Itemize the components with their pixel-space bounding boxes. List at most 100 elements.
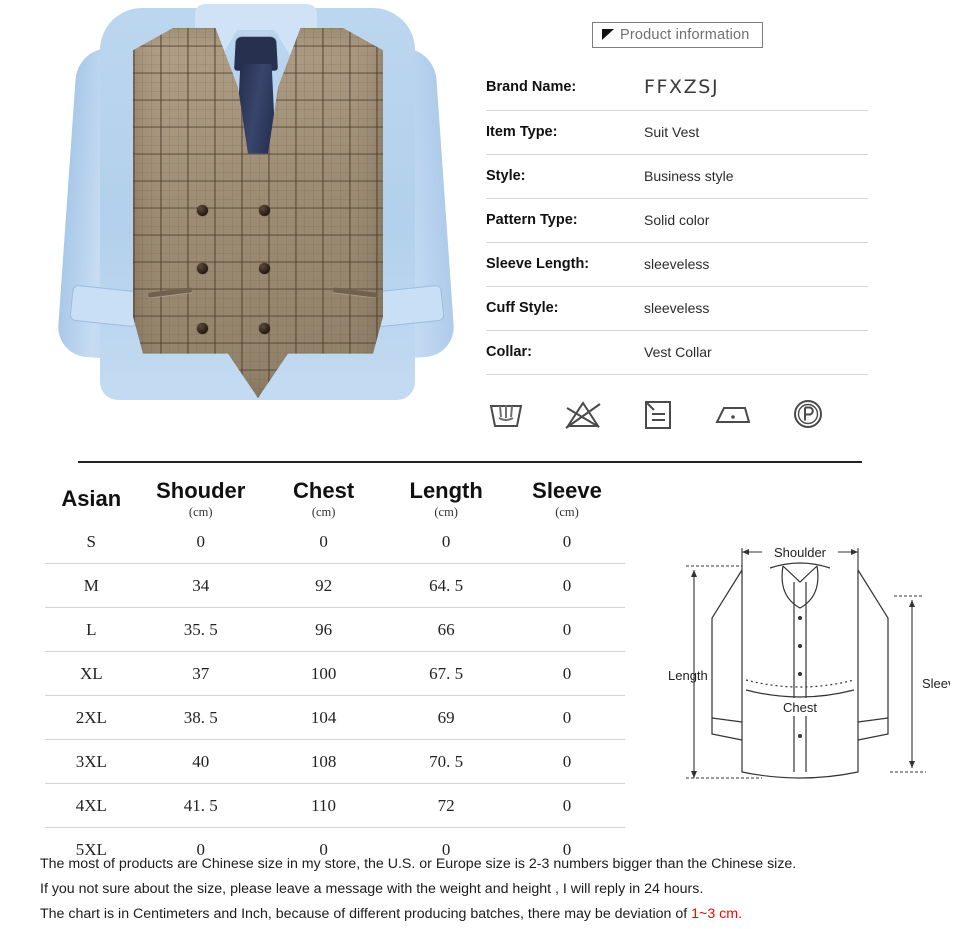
size-value: 0 xyxy=(509,651,625,696)
shirt-cuff-left xyxy=(69,284,141,328)
size-value: 37 xyxy=(137,651,264,696)
size-chart-row: 2XL 38. 5 104 69 0 xyxy=(45,695,625,740)
size-value: 67. 5 xyxy=(383,651,510,696)
size-value: 70. 5 xyxy=(383,739,510,784)
flag-icon xyxy=(602,28,614,40)
vest-button xyxy=(197,263,208,274)
spec-row-sleeve-length: Sleeve Length: sleeveless xyxy=(486,242,868,287)
spec-value: sleeveless xyxy=(644,242,868,287)
size-label: S xyxy=(45,520,138,564)
iron-low-heat-icon xyxy=(715,407,751,423)
product-information-badge: Product information xyxy=(592,22,763,48)
shirt-cuff-right xyxy=(373,284,445,328)
size-value: 108 xyxy=(263,739,384,784)
size-col-asian: Asian xyxy=(61,486,122,511)
size-label: 3XL xyxy=(45,739,138,784)
diagram-label-shoulder: Shoulder xyxy=(774,545,827,560)
size-label: 2XL xyxy=(45,695,138,740)
size-value: 92 xyxy=(263,563,384,608)
spec-label: Brand Name: xyxy=(486,66,644,111)
note-line-3: The chart is in Centimeters and Inch, be… xyxy=(40,902,940,927)
size-value: 72 xyxy=(383,783,510,828)
product-information-label: Product information xyxy=(620,27,750,43)
spec-label: Sleeve Length: xyxy=(486,242,644,287)
size-value: 110 xyxy=(263,783,384,828)
spec-value: Solid color xyxy=(644,198,868,243)
product-photo xyxy=(45,0,465,450)
spec-row-collar: Collar: Vest Collar xyxy=(486,330,868,375)
top-section: Product information Brand Name: FFXZSJ I… xyxy=(0,0,960,455)
size-value: 35. 5 xyxy=(137,607,264,652)
spec-value: sleeveless xyxy=(644,286,868,331)
size-chart: Asian Shouder (cm) Chest (cm) Length (cm… xyxy=(45,472,625,871)
size-value: 0 xyxy=(137,520,264,564)
note-line-2: If you not sure about the size, please l… xyxy=(40,881,704,897)
size-value: 0 xyxy=(509,783,625,828)
vest-button xyxy=(259,263,270,274)
size-chart-row: XL 37 100 67. 50 xyxy=(45,651,625,696)
note-line-1: The most of products are Chinese size in… xyxy=(40,856,797,872)
vest-button xyxy=(197,323,208,334)
diagram-label-sleeve: Sleeve xyxy=(922,676,950,691)
size-section-divider xyxy=(78,461,862,463)
spec-value: Vest Collar xyxy=(644,330,868,375)
size-value: 64. 5 xyxy=(383,563,510,608)
spec-value: Business style xyxy=(644,154,868,199)
size-value: 0 xyxy=(509,563,625,608)
size-value: 100 xyxy=(263,651,384,696)
tumble-dry-icon xyxy=(645,401,671,429)
size-col-sleeve: Sleeve (cm) xyxy=(532,478,602,519)
spec-value: Suit Vest xyxy=(644,110,868,155)
size-chart-table: Asian Shouder (cm) Chest (cm) Length (cm… xyxy=(45,472,625,871)
size-value: 66 xyxy=(383,607,510,652)
size-value: 0 xyxy=(509,739,625,784)
vest-button xyxy=(259,205,270,216)
size-chart-row: L 35. 5 96 66 0 xyxy=(45,607,625,652)
size-value: 0 xyxy=(509,695,625,740)
size-value: 0 xyxy=(509,520,625,564)
spec-row-item-type: Item Type: Suit Vest xyxy=(486,110,868,155)
size-value: 40 xyxy=(137,739,264,784)
size-col-shoulder: Shouder (cm) xyxy=(156,478,246,519)
size-value: 0 xyxy=(383,520,510,564)
product-information-panel: Product information Brand Name: FFXZSJ I… xyxy=(486,22,868,375)
size-value: 69 xyxy=(383,695,510,740)
diagram-label-length: Length xyxy=(668,668,708,683)
spec-label: Pattern Type: xyxy=(486,198,644,243)
spec-label: Style: xyxy=(486,154,644,199)
size-chart-header-row: Asian Shouder (cm) Chest (cm) Length (cm… xyxy=(45,472,625,520)
size-chart-row: 4XL 41. 5 110 72 0 xyxy=(45,783,625,828)
spec-row-cuff-style: Cuff Style: sleeveless xyxy=(486,286,868,331)
spec-row-pattern-type: Pattern Type: Solid color xyxy=(486,198,868,243)
size-chart-row: 3XL 40 108 70. 50 xyxy=(45,739,625,784)
size-value: 104 xyxy=(263,695,384,740)
size-label: XL xyxy=(45,651,138,696)
specification-table: Brand Name: FFXZSJ Item Type: Suit Vest … xyxy=(486,66,868,375)
size-chart-row: S0000 xyxy=(45,520,625,564)
dry-clean-p-icon xyxy=(794,400,822,428)
size-chart-row: M 34 92 64. 50 xyxy=(45,563,625,608)
spec-row-brand: Brand Name: FFXZSJ xyxy=(486,66,868,111)
spec-row-style: Style: Business style xyxy=(486,154,868,199)
vest-button xyxy=(197,205,208,216)
note-line-3-text: The chart is in Centimeters and Inch, be… xyxy=(40,906,692,922)
size-value: 38. 5 xyxy=(137,695,264,740)
hand-wash-icon xyxy=(489,405,523,427)
size-value: 0 xyxy=(263,520,384,564)
size-value: 34 xyxy=(137,563,264,608)
size-col-chest: Chest (cm) xyxy=(293,478,355,519)
size-chart-body: S 0 0 0 0 M 34 92 64. 5 0 L 35. 5 96 66 0 XL 37 100 67. 50… xyxy=(45,520,625,871)
spec-label: Collar: xyxy=(486,330,644,375)
size-label: 4XL xyxy=(45,783,138,828)
size-label: M xyxy=(45,563,138,608)
size-col-length: Length (cm) xyxy=(409,478,483,519)
do-not-bleach-icon xyxy=(565,401,601,429)
spec-value: FFXZSJ xyxy=(644,66,868,111)
note-deviation-value: 1~3 cm. xyxy=(691,906,743,922)
diagram-label-chest: Chest xyxy=(783,700,817,715)
measurement-diagram: Shoulder Length Chest Sleeve xyxy=(650,522,950,822)
size-label: L xyxy=(45,607,138,652)
size-notes: The most of products are Chinese size in… xyxy=(40,852,940,927)
size-value: 96 xyxy=(263,607,384,652)
care-symbols xyxy=(486,396,826,432)
